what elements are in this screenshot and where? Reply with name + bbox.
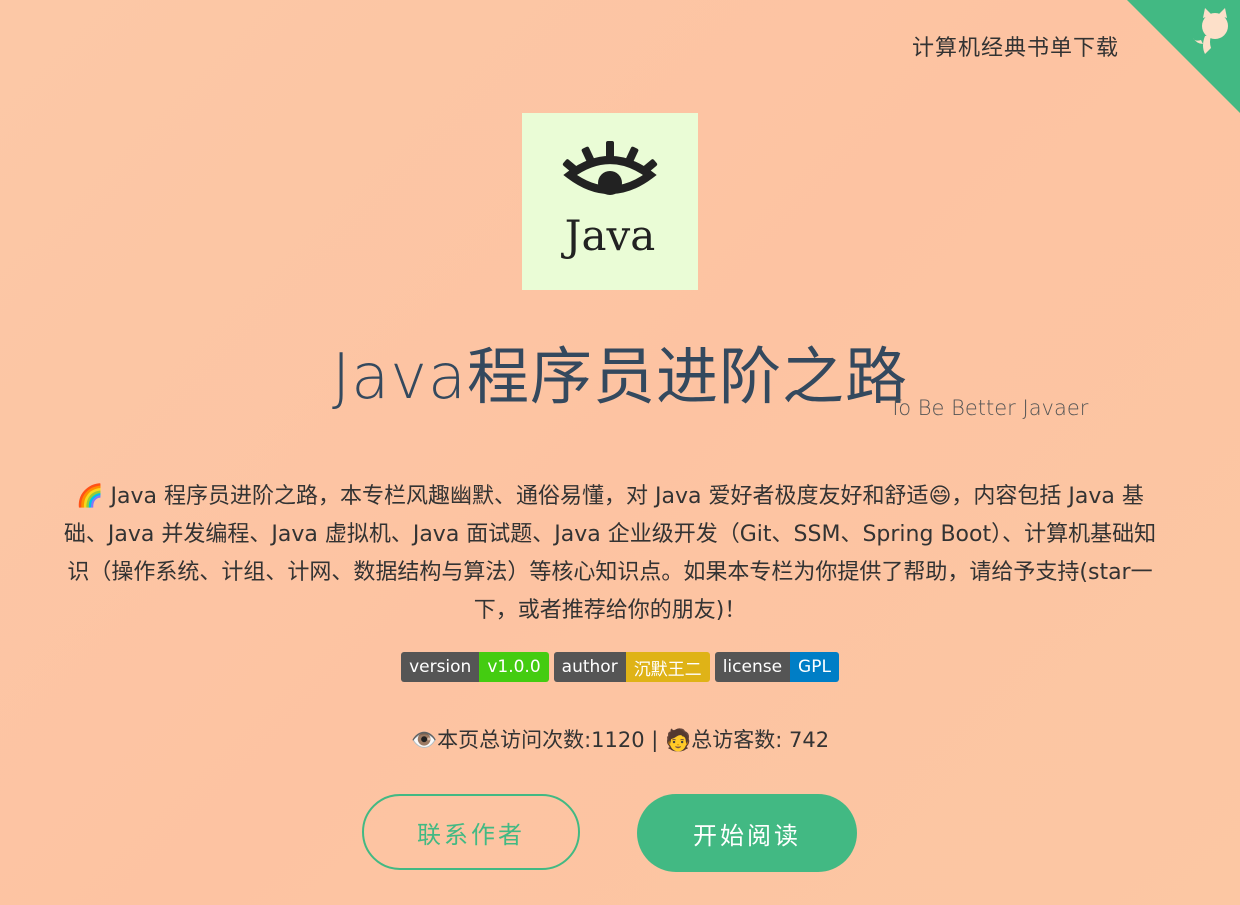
badge-value: GPL (790, 652, 839, 682)
visitors-label: 🧑总访客数: (665, 728, 789, 752)
eye-icon (562, 141, 658, 195)
description: 🌈 Java 程序员进阶之路，本专栏风趣幽默、通俗易懂，对 Java 爱好者极度… (63, 484, 1157, 623)
author-badge[interactable]: author 沉默王二 (553, 652, 710, 682)
badge-key: license (714, 652, 791, 682)
badge-row: version v1.0.0 author 沉默王二 license GPL (0, 652, 1240, 682)
license-badge[interactable]: license GPL (714, 652, 839, 682)
logo-text: Java (561, 211, 656, 260)
version-badge[interactable]: version v1.0.0 (401, 652, 549, 682)
badge-key: author (553, 652, 626, 682)
badge-key: version (401, 652, 480, 682)
visitors-count: 742 (788, 728, 830, 752)
github-corner[interactable] (1127, 0, 1240, 113)
badge-value: v1.0.0 (479, 652, 549, 682)
badge-value: 沉默王二 (625, 652, 710, 682)
contact-author-button[interactable]: 联系作者 (362, 794, 580, 870)
start-reading-button[interactable]: 开始阅读 (637, 794, 857, 872)
java-logo: Java (522, 113, 698, 290)
page-subtitle: To Be Better Javaer (889, 396, 1089, 420)
booklist-download-link[interactable]: 计算机经典书单下载 (912, 30, 1119, 62)
visit-stats: 👁️本页总访问次数:1120 | 🧑总访客数: 742 (0, 724, 1240, 754)
page-visits-label: 👁️本页总访问次数: (410, 728, 592, 752)
page-visits-count: 1120 (591, 728, 645, 752)
stats-separator: | (644, 728, 666, 752)
